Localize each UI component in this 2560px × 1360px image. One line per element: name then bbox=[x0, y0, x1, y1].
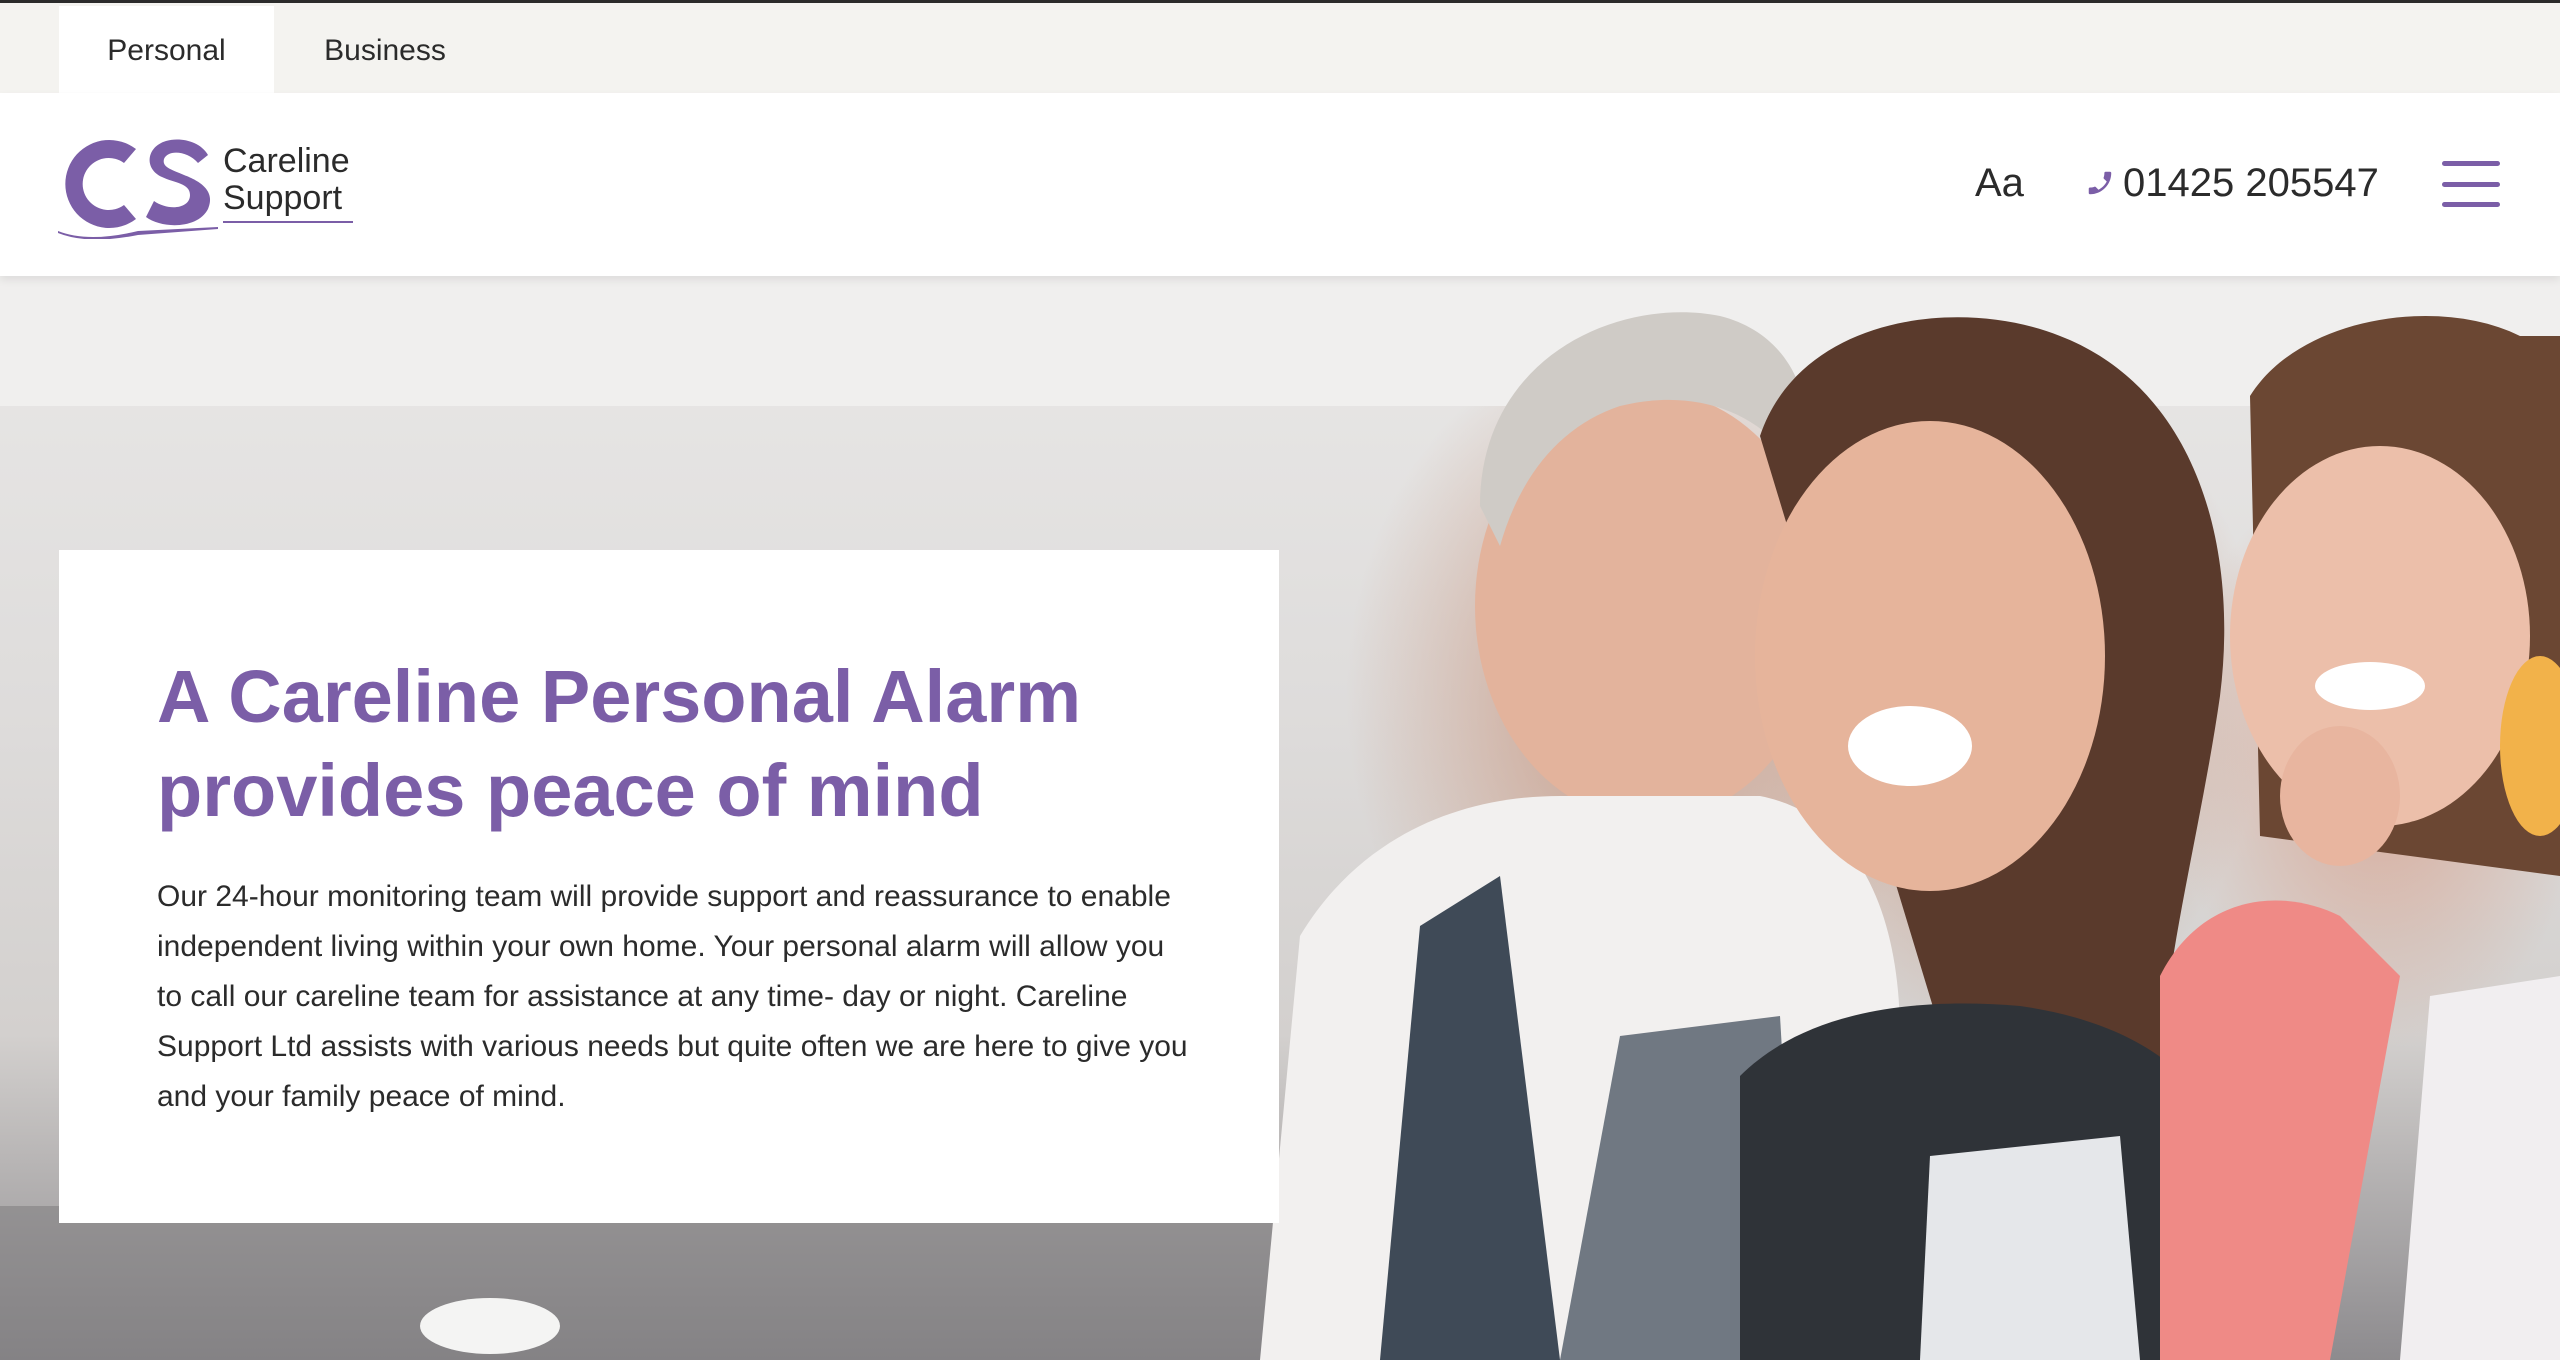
font-size-toggle[interactable]: Aa bbox=[1975, 153, 2024, 213]
phone-icon bbox=[2085, 167, 2115, 199]
hero-description: Our 24-hour monitoring team will provide… bbox=[157, 880, 1188, 1113]
phone-link[interactable]: 01425 205547 bbox=[2085, 153, 2379, 213]
logo-wordmark: Careline Support bbox=[223, 143, 350, 217]
careline-support-logo[interactable]: Careline Support bbox=[58, 129, 358, 239]
site-header: Careline Support Aa 01425 205547 bbox=[0, 93, 2560, 276]
hamburger-icon bbox=[2442, 161, 2500, 166]
cs-monogram-icon bbox=[58, 139, 218, 239]
phone-number: 01425 205547 bbox=[2123, 160, 2379, 205]
tab-business[interactable]: Business bbox=[290, 6, 480, 96]
logo-line-2: Support bbox=[223, 179, 343, 217]
hero-title: A Careline Personal Alarm provides peace… bbox=[157, 655, 1081, 832]
logo-line-1: Careline bbox=[223, 142, 350, 180]
hero-promo-card: A Careline Personal Alarm provides peace… bbox=[59, 550, 1279, 1223]
hamburger-bar bbox=[2442, 202, 2500, 207]
hero-banner: A Careline Personal Alarm provides peace… bbox=[0, 276, 2560, 1360]
tab-personal[interactable]: Personal bbox=[59, 6, 274, 96]
logo-underline bbox=[223, 221, 353, 223]
hamburger-menu-button[interactable] bbox=[2442, 161, 2500, 207]
segment-switcher: Personal Business bbox=[0, 0, 2560, 96]
hamburger-bar bbox=[2442, 181, 2500, 187]
